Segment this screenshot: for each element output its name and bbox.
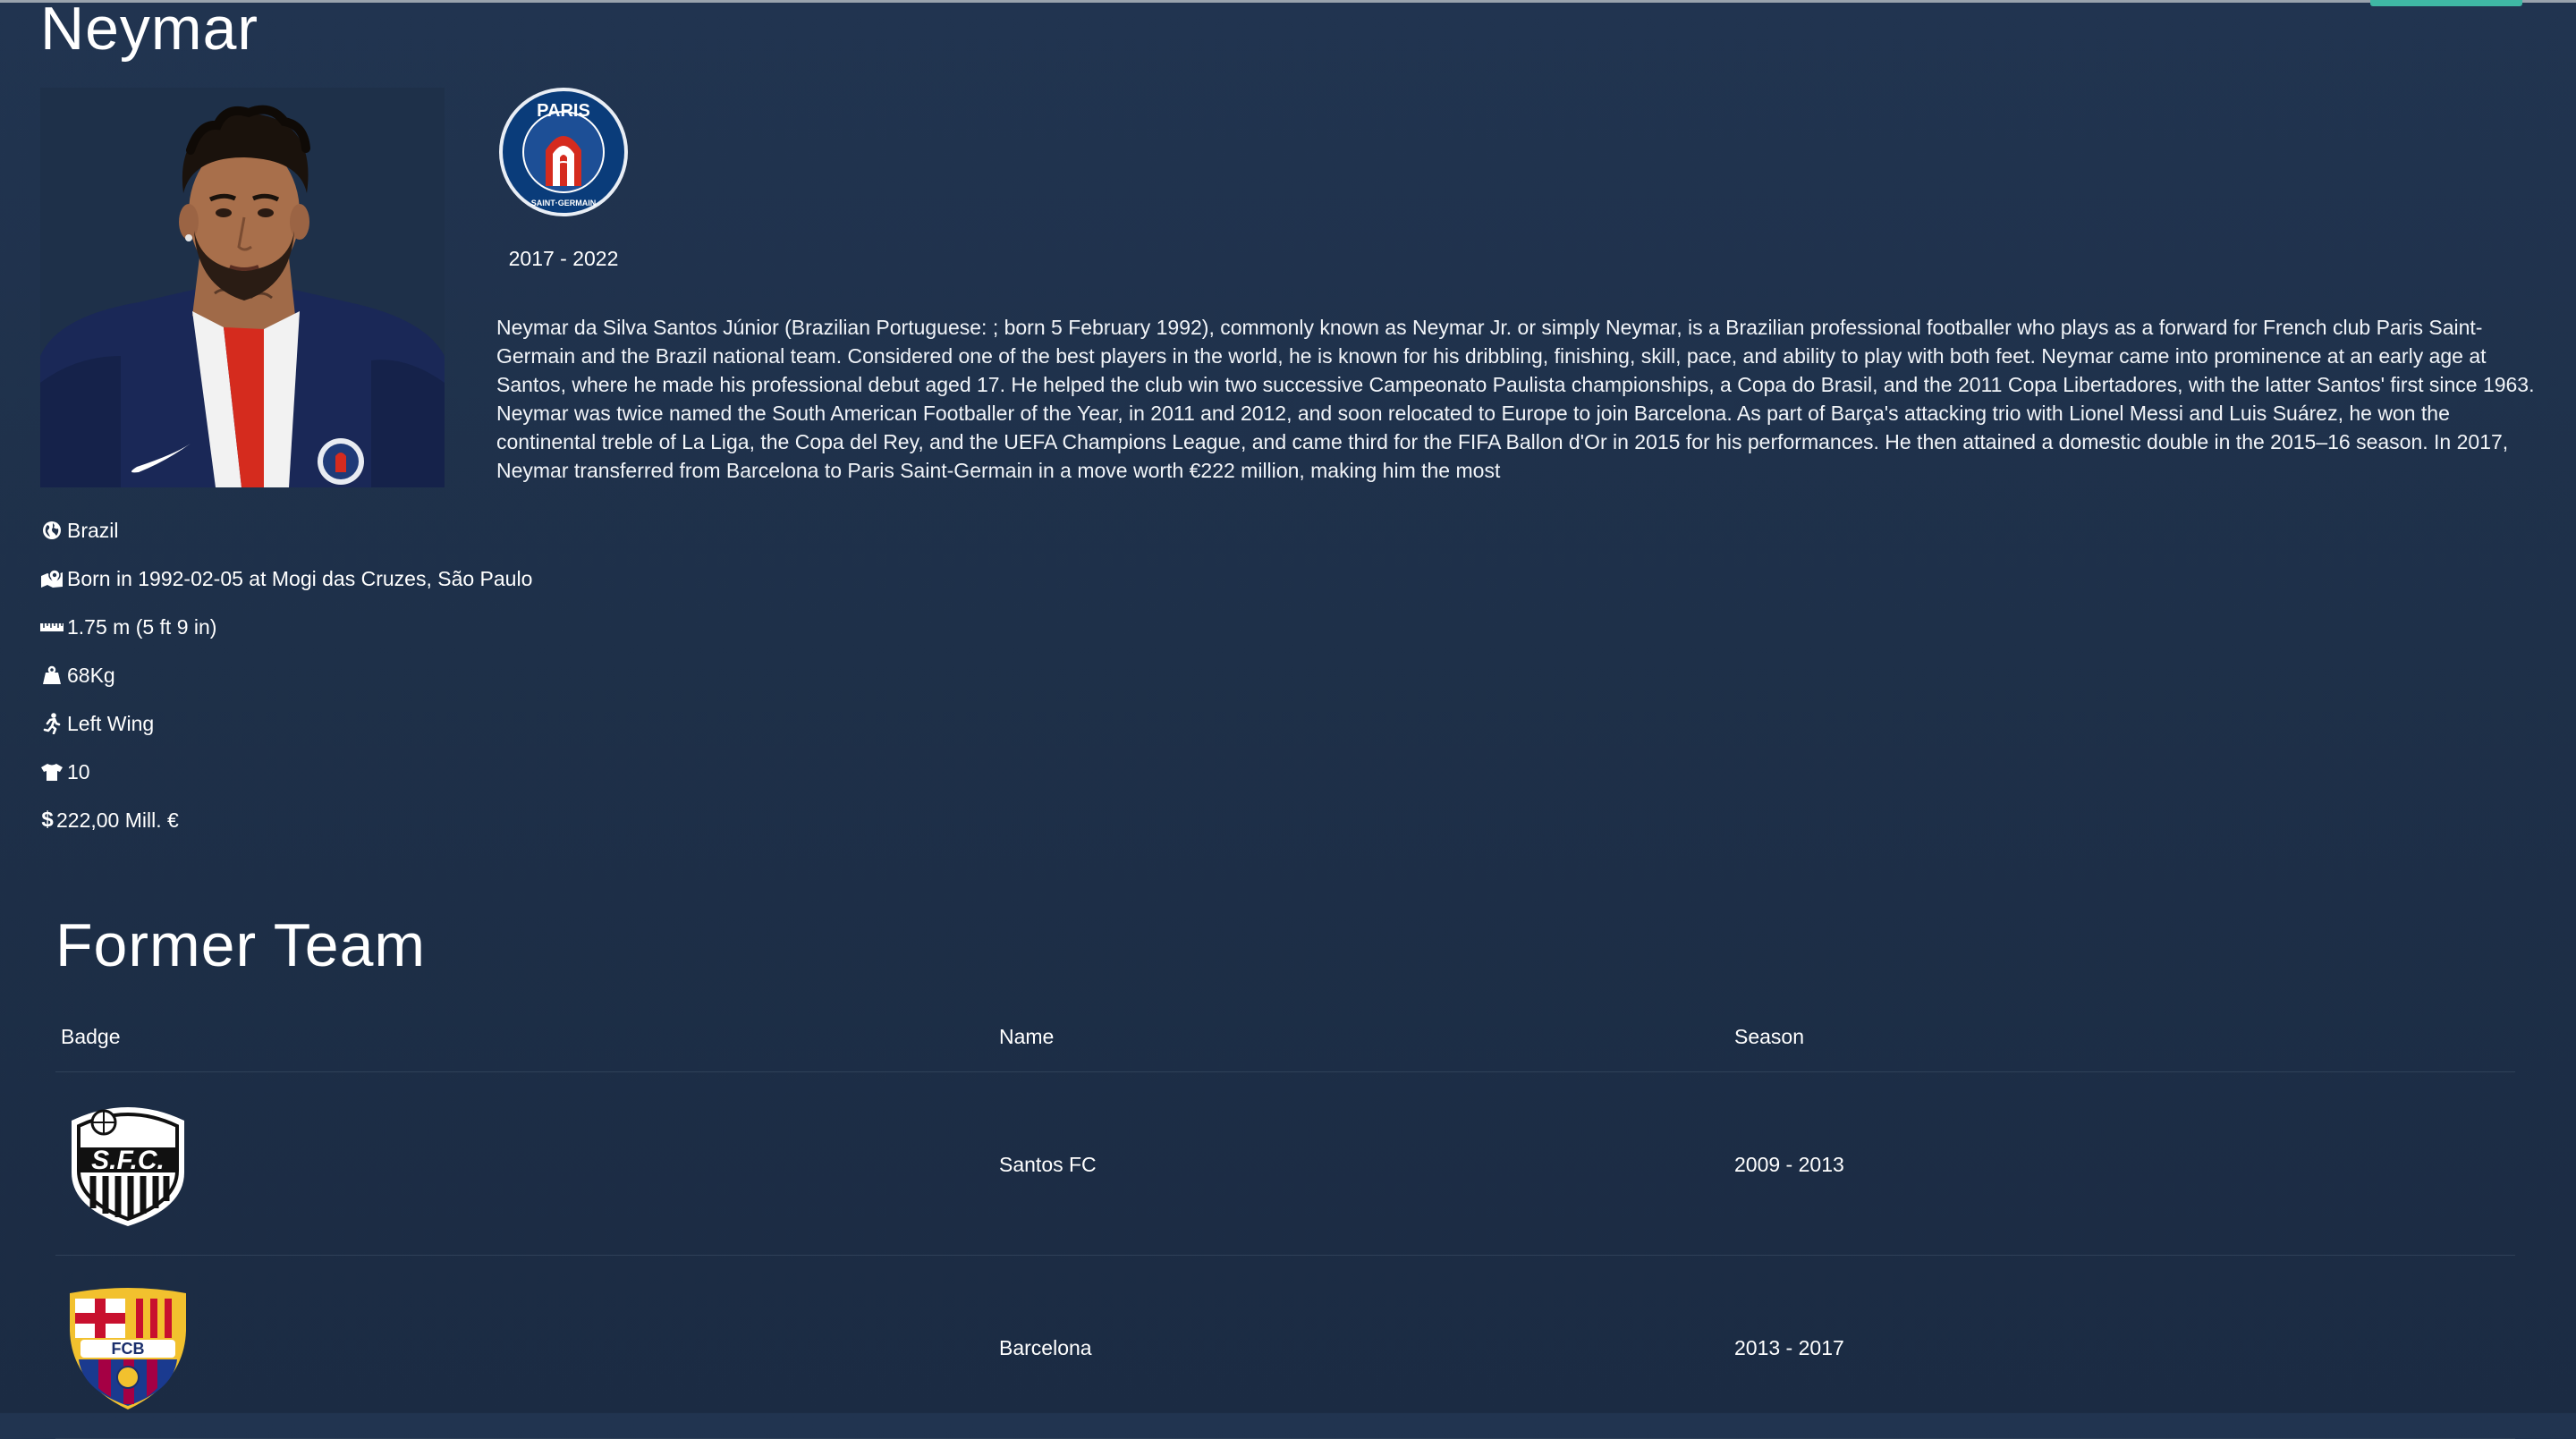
svg-text:SAINT·GERMAIN: SAINT·GERMAIN — [531, 199, 597, 207]
column-header-season: Season — [1734, 1025, 1805, 1048]
position-text: Left Wing — [67, 711, 155, 735]
psg-badge-icon: PARIS SAINT·GERMAIN — [497, 86, 630, 218]
svg-text:PARIS: PARIS — [537, 101, 590, 121]
team-season: 2009 - 2013 — [1734, 1153, 1844, 1176]
nationality-text: Brazil — [67, 518, 119, 542]
map-marker-icon — [40, 567, 64, 590]
svg-text:FCB: FCB — [112, 1340, 145, 1358]
ruler-icon — [40, 615, 64, 639]
column-header-name: Name — [999, 1025, 1055, 1048]
shirt-icon — [40, 760, 64, 783]
svg-text:S.F.C.: S.F.C. — [91, 1146, 165, 1175]
player-name: Neymar — [40, 0, 259, 63]
info-value: $ 222,00 Mill. € — [40, 796, 532, 844]
weight-text: 68Kg — [67, 663, 115, 687]
table-header: Badge Name Season — [55, 1009, 2515, 1072]
number-text: 10 — [67, 759, 90, 783]
table-row: S.F.C. Santos FC 2009 - 2013 — [55, 1072, 2515, 1256]
column-header-badge: Badge — [61, 1025, 121, 1048]
info-weight: 68Kg — [40, 651, 532, 699]
santos-badge-icon: S.F.C. — [61, 1094, 195, 1228]
top-border — [0, 0, 2576, 3]
barcelona-badge-icon: FCB — [61, 1277, 195, 1411]
dollar-icon: $ — [41, 808, 54, 832]
team-name: Barcelona — [999, 1336, 1092, 1359]
player-description: Neymar da Silva Santos Júnior (Brazilian… — [496, 316, 2535, 482]
height-text: 1.75 m (5 ft 9 in) — [67, 614, 217, 639]
player-info-list: Brazil Born in 1992-02-05 at Mogi das Cr… — [40, 506, 532, 844]
info-birth: Born in 1992-02-05 at Mogi das Cruzes, S… — [40, 554, 532, 603]
info-position: Left Wing — [40, 699, 532, 748]
former-team-title: Former Team — [55, 911, 427, 979]
team-name: Santos FC — [999, 1153, 1097, 1176]
info-nationality: Brazil — [40, 506, 532, 554]
globe-icon — [40, 519, 64, 542]
birth-text: Born in 1992-02-05 at Mogi das Cruzes, S… — [67, 566, 533, 590]
info-height: 1.75 m (5 ft 9 in) — [40, 603, 532, 651]
weight-icon — [40, 664, 64, 687]
team-season: 2013 - 2017 — [1734, 1336, 1844, 1359]
former-team-table: Badge Name Season S.F.C. Santos FC 2009 … — [55, 1009, 2515, 1439]
running-icon — [40, 712, 64, 735]
value-text: 222,00 Mill. € — [56, 808, 179, 832]
info-number: 10 — [40, 748, 532, 796]
table-row: FCB Barcelona 2013 - 2017 — [55, 1256, 2515, 1439]
top-accent-tab[interactable] — [2370, 0, 2522, 6]
player-photo — [40, 88, 445, 487]
current-team-season: 2017 - 2022 — [508, 247, 619, 270]
